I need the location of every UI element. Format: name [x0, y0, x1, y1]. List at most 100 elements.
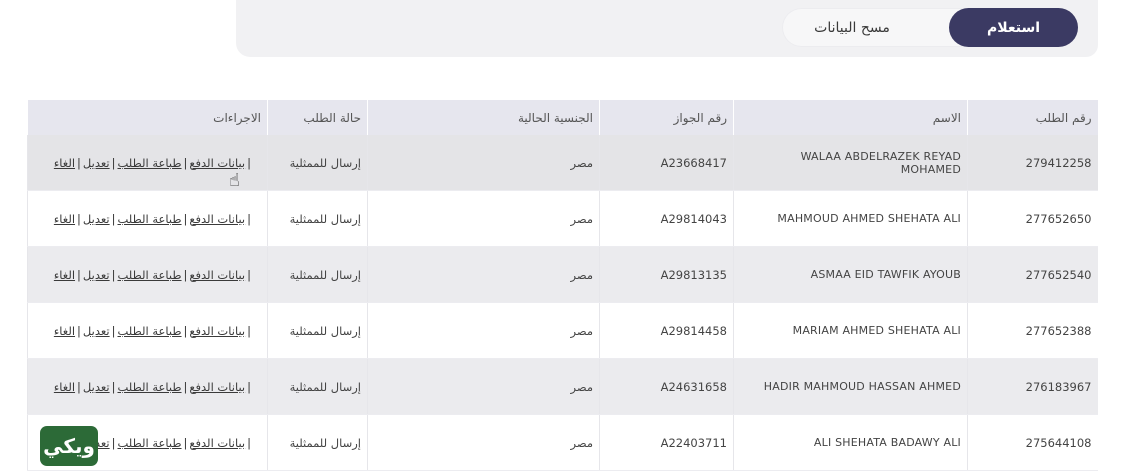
action-separator: | [183, 435, 188, 450]
action-separator: | [111, 379, 116, 394]
cell-status: إرسال للممثلية [267, 302, 368, 359]
cell-passport: A29814458 [599, 302, 734, 359]
cell-passport: A29814043 [599, 190, 734, 247]
cell-name: WALAA ABDELRAZEK REYAD MOHAMED [733, 135, 968, 191]
action-separator: | [111, 155, 116, 170]
cell-request-no: 277652540 [967, 246, 1098, 303]
action-separator: | [111, 267, 116, 282]
action-separator: | [111, 211, 116, 226]
header-name: الاسم [733, 100, 968, 135]
action-separator: | [247, 155, 251, 170]
cell-request-no: 275644108 [967, 414, 1098, 471]
logo: ويكي [40, 426, 98, 466]
cell-request-no: 277652388 [967, 302, 1098, 359]
action-separator: | [183, 267, 188, 282]
action-separator: | [247, 323, 251, 338]
action-print-link[interactable]: طباعة الطلب [117, 380, 181, 394]
action-separator: | [183, 155, 188, 170]
action-edit-link[interactable]: تعديل [83, 156, 110, 170]
action-separator: | [111, 435, 116, 450]
cell-name: HADIR MAHMOUD HASSAN AHMED [733, 358, 968, 415]
cell-nationality: مصر [367, 358, 600, 415]
cell-passport: A24631658 [599, 358, 734, 415]
cell-actions: |بيانات الدفع|طباعة الطلب|تعديل|الغاء [27, 246, 268, 303]
action-cancel-link[interactable]: الغاء [54, 380, 75, 394]
header-request-no: رقم الطلب [967, 100, 1098, 135]
tab-clear-data-label: مسح البيانات [814, 19, 890, 36]
cell-nationality: مصر [367, 246, 600, 303]
action-separator: | [111, 323, 116, 338]
action-separator: | [77, 267, 81, 282]
action-separator: | [183, 211, 188, 226]
cell-name: ASMAA EID TAWFIK AYOUB [733, 246, 968, 303]
results-table: رقم الطلب الاسم رقم الجواز الجنسية الحال… [27, 100, 1098, 471]
cell-actions: |بيانات الدفع|طباعة الطلب|تعديل|الغاء [27, 302, 268, 359]
cell-actions: |بيانات الدفع|طباعة الطلب|تعديل|الغاء [27, 190, 268, 247]
cell-actions: |بيانات الدفع|طباعة الطلب|تعديل|الغاء [27, 358, 268, 415]
action-payment-link[interactable]: بيانات الدفع [189, 436, 245, 450]
header-status: حالة الطلب [267, 100, 368, 135]
action-edit-link[interactable]: تعديل [83, 212, 110, 226]
action-payment-link[interactable]: بيانات الدفع [189, 380, 245, 394]
action-edit-link[interactable]: تعديل [83, 380, 110, 394]
action-payment-link[interactable]: بيانات الدفع [189, 156, 245, 170]
action-payment-link[interactable]: بيانات الدفع [189, 324, 245, 338]
header-passport: رقم الجواز [599, 100, 734, 135]
cell-status: إرسال للممثلية [267, 414, 368, 471]
cell-passport: A29813135 [599, 246, 734, 303]
cell-name: MAHMOUD AHMED SHEHATA ALI [733, 190, 968, 247]
action-separator: | [183, 323, 188, 338]
cell-nationality: مصر [367, 190, 600, 247]
cell-passport: A22403711 [599, 414, 734, 471]
action-cancel-link[interactable]: الغاء [54, 156, 75, 170]
cell-status: إرسال للممثلية [267, 246, 368, 303]
action-separator: | [77, 155, 81, 170]
action-print-link[interactable]: طباعة الطلب [117, 156, 181, 170]
action-separator: | [183, 379, 188, 394]
action-separator: | [77, 323, 81, 338]
action-edit-link[interactable]: تعديل [83, 324, 110, 338]
cell-status: إرسال للممثلية [267, 190, 368, 247]
action-separator: | [247, 435, 251, 450]
table-row: 277652540 ASMAA EID TAWFIK AYOUB A29813135… [27, 246, 1098, 303]
cell-status: إرسال للممثلية [267, 358, 368, 415]
hand-pointer-icon: ☝ [229, 170, 240, 191]
results-table-wrapper: رقم الطلب الاسم رقم الجواز الجنسية الحال… [27, 100, 1098, 471]
action-separator: | [77, 379, 81, 394]
cell-nationality: مصر [367, 414, 600, 471]
cell-request-no: 277652650 [967, 190, 1098, 247]
action-separator: | [247, 211, 251, 226]
action-print-link[interactable]: طباعة الطلب [117, 268, 181, 282]
action-separator: | [77, 211, 81, 226]
action-payment-link[interactable]: بيانات الدفع [189, 268, 245, 282]
action-print-link[interactable]: طباعة الطلب [117, 212, 181, 226]
cell-nationality: مصر [367, 302, 600, 359]
action-cancel-link[interactable]: الغاء [54, 212, 75, 226]
cell-passport: A23668417 [599, 135, 734, 191]
cell-request-no: 276183967 [967, 358, 1098, 415]
cell-name: ALI SHEHATA BADAWY ALI [733, 414, 968, 471]
table-row: 275644108 ALI SHEHATA BADAWY ALI A22403711… [27, 414, 1098, 471]
tab-inquiry-label: استعلام [986, 19, 1041, 36]
action-print-link[interactable]: طباعة الطلب [117, 436, 181, 450]
header-actions: الاجراءات [27, 100, 268, 135]
table-row: 277652388 MARIAM AHMED SHEHATA ALI A298144… [27, 302, 1098, 359]
table-row: 277652650 MAHMOUD AHMED SHEHATA ALI A29814… [27, 190, 1098, 247]
cell-request-no: 279412258 [967, 135, 1098, 191]
action-separator: | [247, 379, 251, 394]
action-separator: | [247, 267, 251, 282]
action-cancel-link[interactable]: الغاء [54, 268, 75, 282]
table-body: 279412258 WALAA ABDELRAZEK REYAD MOHAMED A… [27, 135, 1098, 471]
tab-inquiry[interactable]: استعلام [949, 8, 1078, 47]
cell-nationality: مصر [367, 135, 600, 191]
table-row: 276183967 HADIR MAHMOUD HASSAN AHMED A2463… [27, 358, 1098, 415]
table-header-row: رقم الطلب الاسم رقم الجواز الجنسية الحال… [27, 100, 1098, 135]
header-nationality: الجنسية الحالية [367, 100, 600, 135]
action-cancel-link[interactable]: الغاء [54, 324, 75, 338]
cell-name: MARIAM AHMED SHEHATA ALI [733, 302, 968, 359]
action-payment-link[interactable]: بيانات الدفع [189, 212, 245, 226]
table-row: 279412258 WALAA ABDELRAZEK REYAD MOHAMED A… [27, 135, 1098, 191]
cell-status: إرسال للممثلية [267, 135, 368, 191]
action-edit-link[interactable]: تعديل [83, 268, 110, 282]
action-print-link[interactable]: طباعة الطلب [117, 324, 181, 338]
